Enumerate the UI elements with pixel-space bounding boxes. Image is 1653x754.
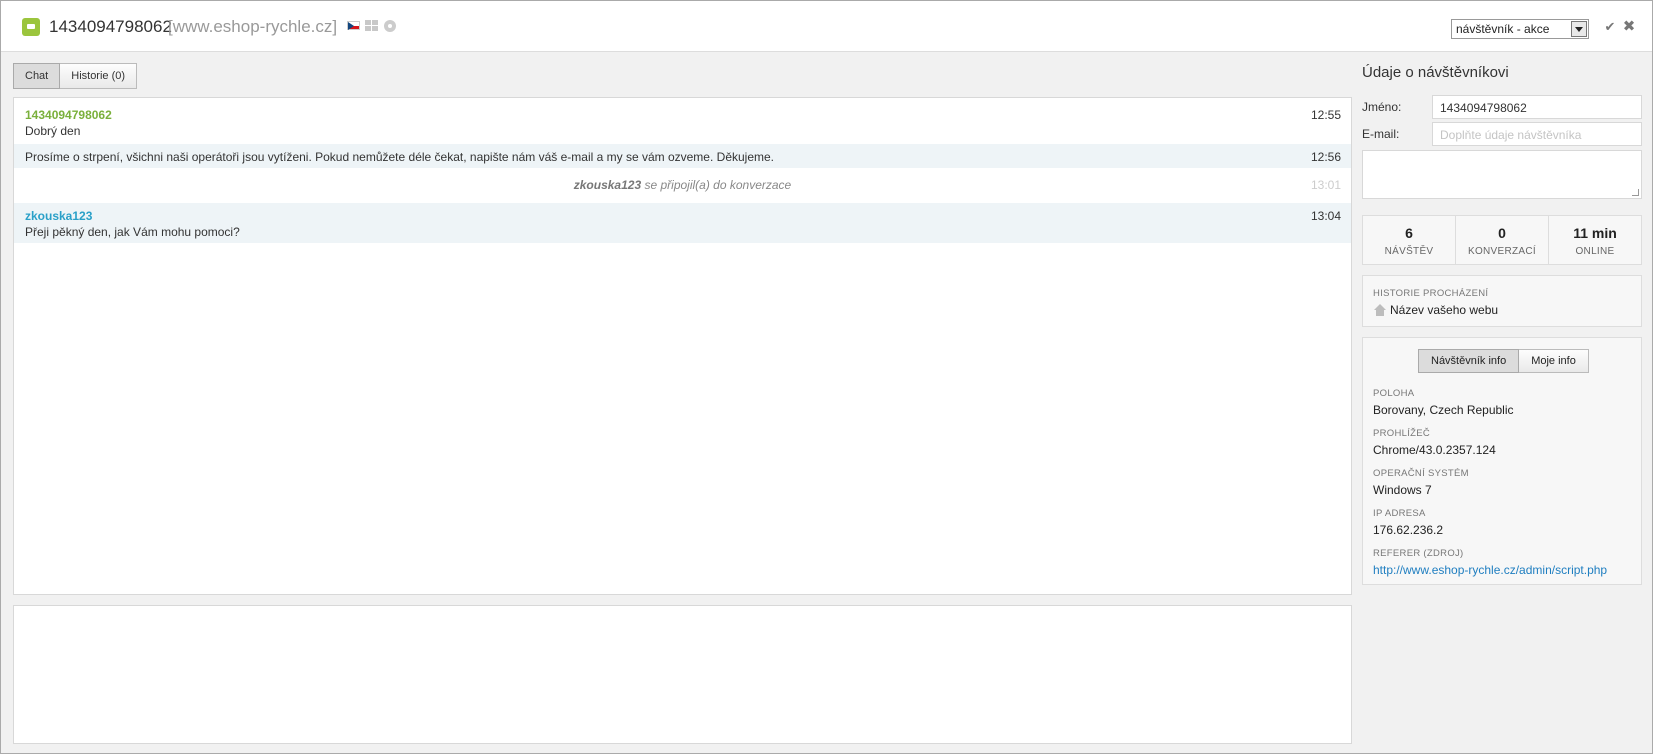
info-referer: REFERER (ZDROJ) http://www.eshop-rychle.… — [1373, 548, 1607, 577]
join-notice-row: zkouska123 se připojil(a) do konverzace … — [14, 168, 1351, 203]
browsing-history: HISTORIE PROCHÁZENÍ Název vašeho webu — [1362, 275, 1642, 327]
chat-bubble-icon — [22, 18, 40, 36]
info-label: PROHLÍŽEČ — [1373, 428, 1431, 439]
reply-input[interactable] — [13, 605, 1352, 744]
chevron-down-icon[interactable] — [1571, 21, 1587, 37]
info-label: OPERAČNÍ SYSTÉM — [1373, 468, 1469, 479]
tab-my-info[interactable]: Moje info — [1519, 349, 1589, 373]
stat-value: 11 min — [1573, 225, 1617, 241]
windows-icon — [365, 20, 378, 31]
close-icon[interactable]: ✖ — [1622, 19, 1636, 34]
visitor-site: [www.eshop-rychle.cz] — [168, 17, 338, 36]
system-message-row: Prosíme o strpení, všichni naši operátoř… — [14, 144, 1351, 168]
info-label: POLOHA — [1373, 388, 1415, 399]
chevron-down-icon[interactable]: ✔ — [1603, 20, 1617, 34]
email-label: E-mail: — [1362, 127, 1400, 141]
window-header: 1434094798062 [www.eshop-rychle.cz] návš… — [1, 1, 1652, 52]
email-field[interactable]: Doplňte údaje návštěvníka — [1432, 122, 1642, 146]
notes-textarea[interactable] — [1362, 150, 1642, 199]
info-tabs: Návštěvník info Moje info — [1418, 349, 1589, 373]
status-select-value: návštěvník - akce — [1456, 22, 1550, 36]
home-icon — [1374, 304, 1386, 316]
message-time: 13:04 — [1310, 209, 1341, 223]
message-author: 1434094798062 — [25, 108, 112, 122]
chrome-icon — [384, 20, 396, 32]
stat-visits: 6 NÁVŠTĚV — [1363, 216, 1455, 264]
visitor-stats: 6 NÁVŠTĚV 0 KONVERZACÍ 11 min ONLINE — [1362, 215, 1642, 265]
info-label: IP ADRESA — [1373, 508, 1426, 519]
visitor-info-box: Návštěvník info Moje info POLOHA Borovan… — [1362, 337, 1642, 585]
message-text: Přeji pěkný den, jak Vám mohu pomoci? — [25, 225, 240, 239]
history-caption: HISTORIE PROCHÁZENÍ — [1373, 288, 1489, 299]
referer-link[interactable]: http://www.eshop-rychle.cz/admin/script.… — [1373, 563, 1607, 577]
message-row: zkouska123 Přeji pěkný den, jak Vám mohu… — [14, 203, 1351, 243]
stat-caption: KONVERZACÍ — [1467, 246, 1536, 257]
info-value: Borovany, Czech Republic — [1373, 403, 1514, 417]
stat-caption: NÁVŠTĚV — [1384, 246, 1434, 257]
message-text: Dobrý den — [25, 124, 81, 138]
message-time: 12:56 — [1310, 150, 1341, 164]
status-select[interactable]: návštěvník - akce — [1451, 19, 1589, 39]
name-field[interactable]: 1434094798062 — [1432, 95, 1642, 119]
stat-online: 11 min ONLINE — [1548, 216, 1641, 264]
stat-caption: ONLINE — [1575, 246, 1615, 257]
name-label: Jméno: — [1362, 100, 1402, 114]
stat-conversations: 0 KONVERZACÍ — [1455, 216, 1548, 264]
info-browser: PROHLÍŽEČ Chrome/43.0.2357.124 — [1373, 428, 1496, 457]
info-value: Windows 7 — [1373, 483, 1432, 497]
join-notice-text: se připojil(a) do konverzace — [644, 178, 792, 192]
info-ip: IP ADRESA 176.62.236.2 — [1373, 508, 1443, 537]
join-notice-author: zkouska123 — [573, 178, 642, 192]
message-time: 13:01 — [1310, 178, 1341, 192]
info-value: 176.62.236.2 — [1373, 523, 1444, 537]
history-page[interactable]: Název vašeho webu — [1390, 303, 1498, 317]
visitor-id-title: 1434094798062 — [49, 17, 172, 36]
czech-flag-icon — [347, 21, 360, 30]
tab-history[interactable]: Historie (0) — [60, 63, 138, 89]
info-os: OPERAČNÍ SYSTÉM Windows 7 — [1373, 468, 1469, 497]
tab-chat[interactable]: Chat — [13, 63, 61, 89]
chat-tabs: Chat Historie (0) — [13, 63, 138, 89]
visitor-panel-title: Údaje o návštěvníkovi — [1362, 64, 1509, 81]
tab-visitor-info[interactable]: Návštěvník info — [1418, 349, 1520, 373]
message-author: zkouska123 — [25, 209, 93, 223]
message-text: Prosíme o strpení, všichni naši operátoř… — [25, 150, 775, 164]
info-location: POLOHA Borovany, Czech Republic — [1373, 388, 1514, 417]
info-label: REFERER (ZDROJ) — [1373, 548, 1464, 559]
info-value: Chrome/43.0.2357.124 — [1373, 443, 1496, 457]
stat-value: 0 — [1498, 225, 1506, 241]
message-time: 12:55 — [1310, 108, 1341, 122]
stat-value: 6 — [1405, 225, 1413, 241]
chat-log[interactable]: 1434094798062 Dobrý den 12:55 Prosíme o … — [13, 97, 1352, 595]
message-row: 1434094798062 Dobrý den 12:55 — [14, 98, 1351, 144]
